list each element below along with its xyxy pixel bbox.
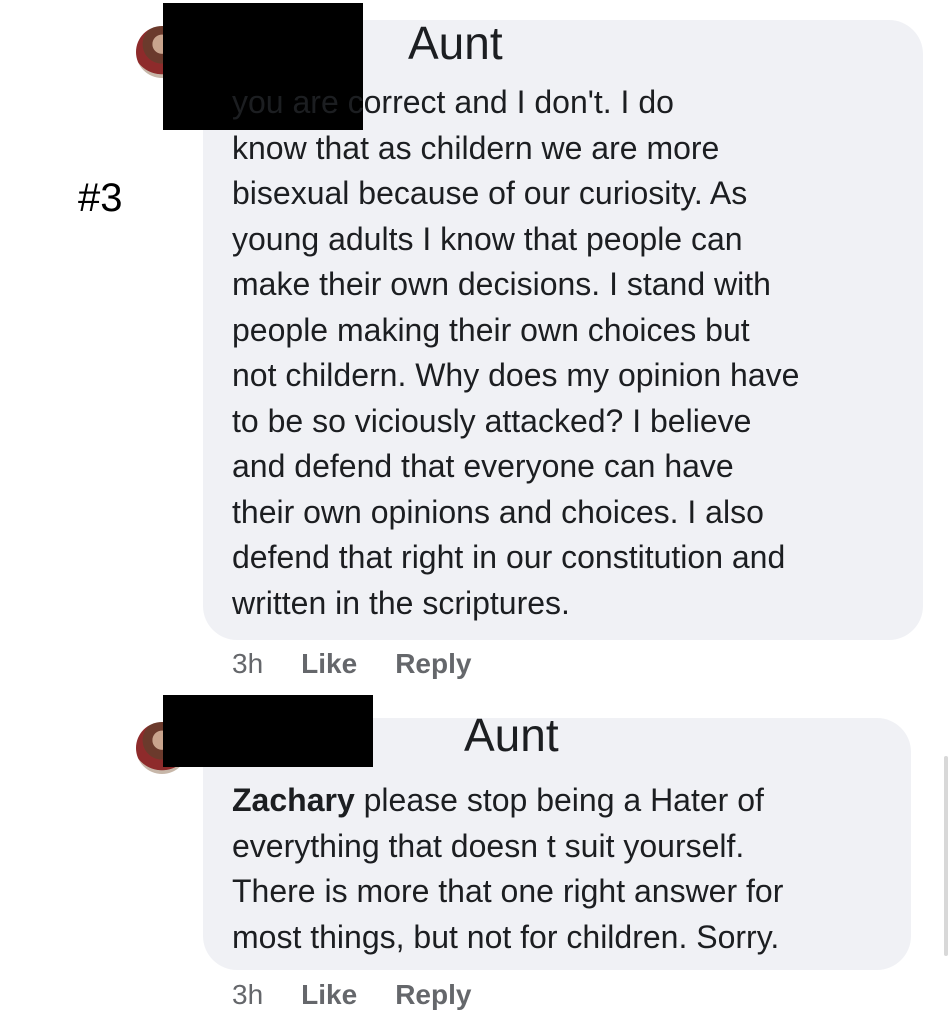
reply-button[interactable]: Reply [395, 648, 471, 680]
mention-link[interactable]: Zachary [232, 782, 355, 818]
comment-actions: 3h Like Reply [232, 648, 471, 680]
comment-timestamp[interactable]: 3h [232, 979, 263, 1011]
author-name[interactable]: Aunt [464, 712, 559, 758]
comment-timestamp[interactable]: 3h [232, 648, 263, 680]
like-button[interactable]: Like [301, 648, 357, 680]
annotation-marker: #3 [78, 176, 123, 220]
comment-text: Zachary please stop being a Hater of eve… [232, 778, 902, 960]
scrollbar[interactable] [944, 756, 948, 956]
reply-button[interactable]: Reply [395, 979, 471, 1011]
comment-text: you are correct and I don't. I do know t… [232, 84, 800, 621]
author-name[interactable]: Aunt [408, 20, 503, 66]
comment-actions: 3h Like Reply [232, 979, 471, 1011]
like-button[interactable]: Like [301, 979, 357, 1011]
redaction-box [163, 695, 373, 767]
